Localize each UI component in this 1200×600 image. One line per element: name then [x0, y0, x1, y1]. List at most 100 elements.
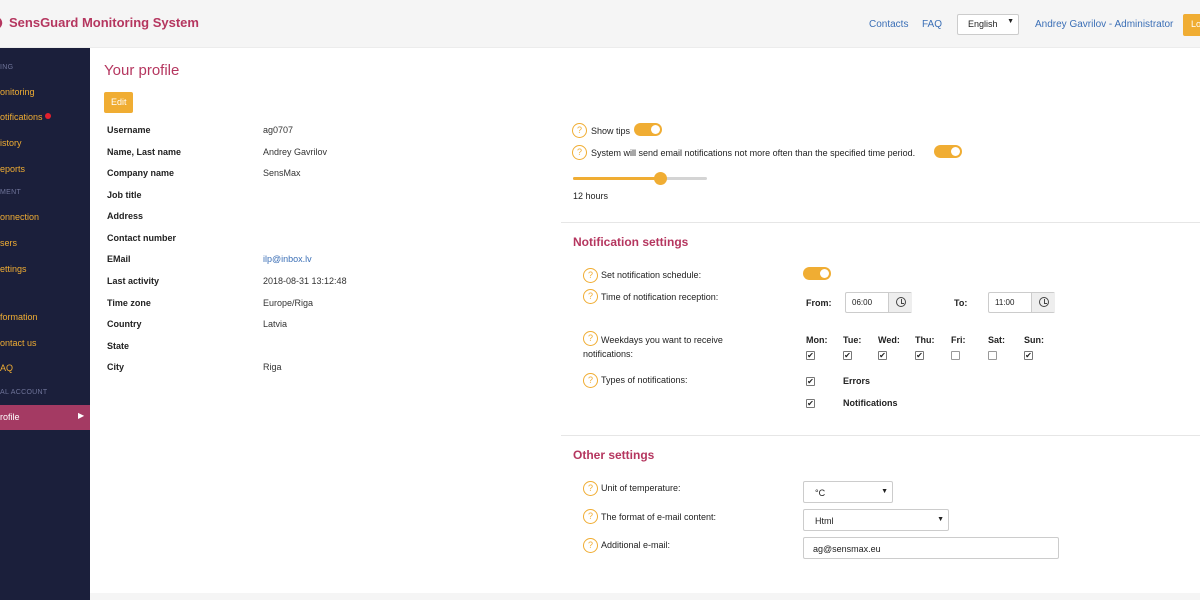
page-title: Your profile — [104, 62, 180, 79]
additional-email-input[interactable]: ag@sensmax.eu — [803, 537, 1059, 559]
toggle-knob — [651, 125, 660, 134]
faq-link[interactable]: FAQ — [922, 19, 942, 30]
name-label: Name, Last name — [107, 147, 182, 157]
email-label: EMail — [107, 254, 131, 264]
app-title: SensGuard Monitoring System — [9, 15, 199, 30]
format-value: Html — [815, 516, 834, 526]
checkbox-fri[interactable] — [951, 351, 960, 360]
period-value: 12 hours — [573, 191, 609, 201]
help-icon[interactable]: ? — [583, 538, 598, 553]
to-time-value: 11:00 — [995, 298, 1015, 307]
checkbox-mon[interactable]: ✔ — [806, 351, 815, 360]
sidebar-section-account: AL ACCOUNT — [0, 389, 48, 396]
to-label: To: — [954, 298, 968, 308]
period-slider[interactable] — [573, 172, 707, 185]
types-label: Types of notifications: — [601, 375, 688, 385]
notification-settings-title: Notification settings — [573, 235, 689, 249]
checkbox-wed[interactable]: ✔ — [878, 351, 887, 360]
help-icon[interactable]: ? — [583, 509, 598, 524]
sidebar-item-information[interactable]: formation — [0, 312, 38, 322]
help-icon[interactable]: ? — [583, 289, 598, 304]
help-icon[interactable]: ? — [572, 123, 587, 138]
from-time-value: 06:00 — [852, 298, 873, 307]
company-label: Company name — [107, 168, 175, 178]
help-icon[interactable]: ? — [583, 481, 598, 496]
time-zone-value: Europe/Riga — [263, 298, 314, 308]
help-icon[interactable]: ? — [583, 268, 598, 283]
temperature-label: Unit of temperature: — [601, 483, 681, 493]
contacts-link[interactable]: Contacts — [869, 19, 908, 30]
from-label: From: — [806, 298, 832, 308]
job-title-label: Job title — [107, 190, 142, 200]
sidebar-item-reports[interactable]: eports — [0, 164, 25, 174]
temperature-value: °C — [815, 488, 826, 498]
help-icon[interactable]: ? — [583, 373, 598, 388]
sidebar-item-history[interactable]: istory — [0, 138, 22, 148]
sidebar-item-profile[interactable]: rofile ▶ — [0, 405, 90, 430]
checkbox-errors[interactable]: ✔ — [806, 377, 815, 386]
email-period-toggle[interactable] — [934, 145, 962, 158]
sidebar-section-management: MENT — [0, 189, 22, 196]
sidebar-item-faq[interactable]: AQ — [0, 363, 13, 373]
checkbox-sat[interactable] — [988, 351, 997, 360]
contact-number-label: Contact number — [107, 233, 177, 243]
day-label-wed: Wed: — [878, 335, 900, 345]
username-value: ag0707 — [263, 125, 294, 135]
sidebar-item-monitoring[interactable]: onitoring — [0, 87, 35, 97]
logo-icon — [0, 18, 3, 28]
reception-label: Time of notification reception: — [601, 292, 719, 302]
user-menu-link[interactable]: Andrey Gavrilov - Administrator — [1035, 19, 1173, 30]
other-settings-title: Other settings — [573, 448, 655, 462]
day-label-tue: Tue: — [843, 335, 862, 345]
notifications-type-label: Notifications — [843, 398, 898, 408]
time-zone-label: Time zone — [107, 298, 151, 308]
day-label-mon: Mon: — [806, 335, 828, 345]
top-header: SensGuard Monitoring System Contacts FAQ… — [0, 0, 1200, 48]
checkbox-thu[interactable]: ✔ — [915, 351, 924, 360]
sidebar-item-connection[interactable]: onnection — [0, 212, 39, 222]
day-label-sat: Sat: — [988, 335, 1006, 345]
sidebar-item-profile-label: rofile — [0, 412, 20, 422]
from-time-input[interactable]: 06:00 — [845, 292, 912, 313]
show-tips-toggle[interactable] — [634, 123, 662, 136]
format-select[interactable]: Html ▼ — [803, 509, 949, 531]
period-slider-handle[interactable] — [654, 172, 668, 185]
edit-button[interactable]: Edit — [104, 92, 133, 113]
city-value: Riga — [263, 362, 282, 372]
clock-icon[interactable] — [1031, 293, 1055, 312]
checkbox-sun[interactable]: ✔ — [1024, 351, 1033, 360]
checkbox-tue[interactable]: ✔ — [843, 351, 852, 360]
sidebar-item-users[interactable]: sers — [0, 238, 17, 248]
schedule-toggle[interactable] — [803, 267, 831, 280]
last-activity-value: 2018-08-31 13:12:48 — [263, 276, 347, 286]
toggle-knob — [951, 147, 960, 156]
additional-email-label: Additional e-mail: — [601, 540, 671, 550]
clock-icon[interactable] — [888, 293, 912, 312]
schedule-label: Set notification schedule: — [601, 270, 702, 280]
email-period-label: System will send email notifications not… — [591, 148, 916, 158]
language-value: English — [968, 19, 998, 29]
day-label-thu: Thu: — [915, 335, 935, 345]
address-label: Address — [107, 211, 144, 221]
sidebar-section-monitoring: ING — [0, 64, 14, 71]
state-label: State — [107, 341, 130, 351]
sidebar-item-contact-us[interactable]: ontact us — [0, 338, 37, 348]
to-time-input[interactable]: 11:00 — [988, 292, 1055, 313]
sidebar-item-notifications[interactable]: otifications — [0, 112, 51, 122]
email-link[interactable]: ilp@inbox.lv — [263, 254, 312, 264]
temperature-select[interactable]: °C ▼ — [803, 481, 893, 503]
divider — [561, 435, 1200, 436]
sidebar-item-notifications-label: otifications — [0, 112, 43, 122]
errors-label: Errors — [843, 376, 871, 386]
language-select[interactable]: English ▼ — [957, 14, 1019, 35]
notification-dot-icon — [44, 113, 51, 119]
checkbox-notifications[interactable]: ✔ — [806, 399, 815, 408]
country-label: Country — [107, 319, 142, 329]
username-label: Username — [107, 125, 151, 135]
name-value: Andrey Gavrilov — [263, 147, 328, 157]
help-icon[interactable]: ? — [572, 145, 587, 160]
day-label-fri: Fri: — [951, 335, 966, 345]
logout-button[interactable]: Lo — [1183, 14, 1200, 36]
sidebar-item-settings[interactable]: ettings — [0, 264, 27, 274]
toggle-knob — [820, 269, 829, 278]
